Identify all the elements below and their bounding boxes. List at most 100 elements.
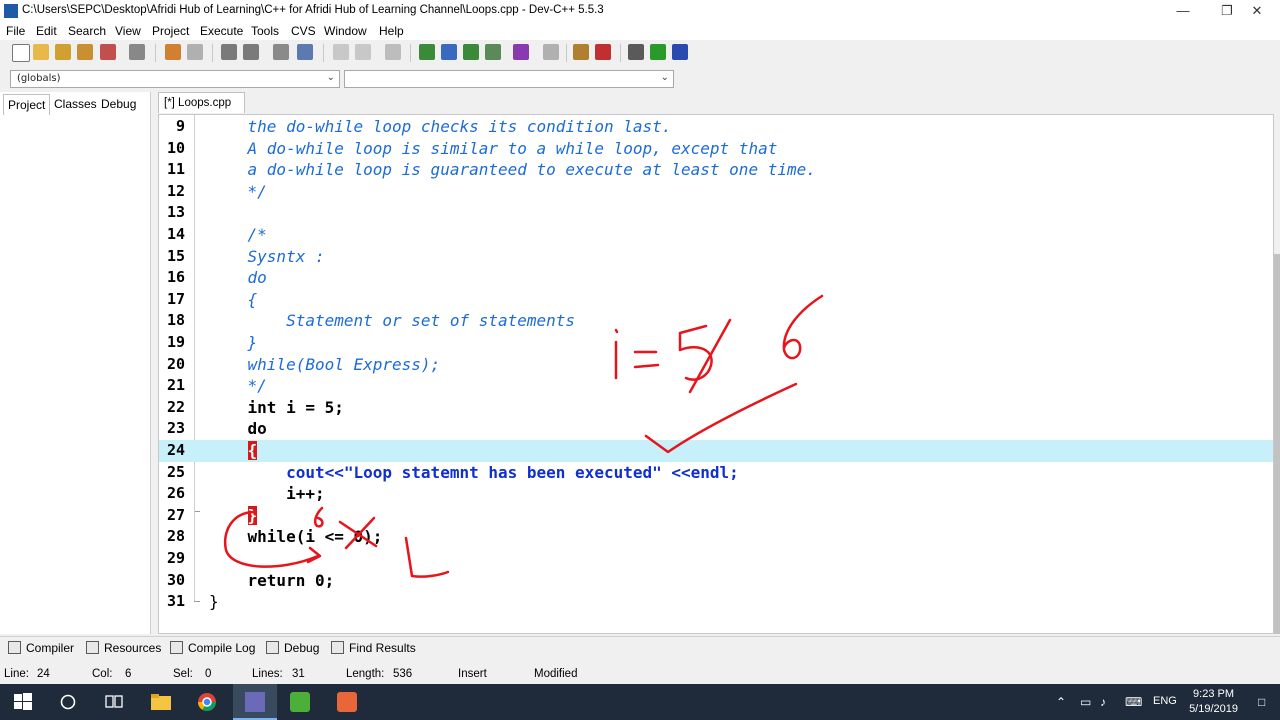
tab-compile-log[interactable]: Compile Log [170,641,255,655]
code-text: i++; [209,484,325,504]
resources-icon [86,641,99,654]
menu-file[interactable]: File [6,24,25,38]
clock-time: 9:23 PM [1193,688,1235,700]
tab-find-results[interactable]: Find Results [331,641,416,655]
profile-icon[interactable] [573,44,589,60]
camtasia-icon[interactable] [290,692,310,712]
clock[interactable]: 9:23 PM 5/19/2019 [1189,687,1238,717]
status-col-value: 6 [125,668,132,680]
tab-debug[interactable]: Debug [97,94,140,114]
close-file-icon[interactable] [100,44,116,60]
network-icon[interactable]: ▭ [1080,695,1091,709]
bookmark-forward-icon[interactable] [355,44,371,60]
save-icon[interactable] [55,44,71,60]
tab-classes[interactable]: Classes [50,94,101,114]
stop-execution-icon[interactable] [543,44,559,60]
volume-icon[interactable]: ♪ [1100,695,1106,709]
menu-view[interactable]: View [115,24,141,38]
code-line-12: 12 */ [166,181,267,201]
code-line-14: 14 /* [166,225,267,244]
notifications-icon[interactable]: □ [1258,695,1265,709]
code-text: do [209,268,267,288]
tab-compiler[interactable]: Compiler [8,641,74,655]
new-project-icon[interactable] [628,44,644,60]
chrome-icon[interactable] [197,692,217,712]
windows-taskbar: ⌃ ▭ ♪ ⌨ ENG 9:23 PM 5/19/2019 □ [0,684,1280,720]
code-text: do [209,419,267,439]
search-icon[interactable] [59,692,79,712]
code-line-9: 9 the do-while loop checks its condition… [175,117,672,136]
rebuild-icon[interactable] [485,44,501,60]
goto-line-icon[interactable] [297,44,313,60]
scope-select-value: (globals) [17,73,61,84]
code-editor[interactable]: − 9 the do-while loop checks its conditi… [158,114,1274,634]
bookmark-back-icon[interactable] [333,44,349,60]
find-icon[interactable] [221,44,237,60]
devcpp-app-icon[interactable] [4,4,18,18]
task-view-icon[interactable] [104,692,124,712]
about-icon[interactable] [672,44,688,60]
undo-icon[interactable] [165,44,181,60]
devcpp-taskbar-icon [245,692,265,712]
print-icon[interactable] [129,44,145,60]
tab-resources[interactable]: Resources [86,641,161,655]
recorder-icon[interactable] [337,692,357,712]
keyboard-icon[interactable]: ⌨ [1125,695,1142,709]
class-browser-bar: (globals) ⌄ ⌄ [0,66,1280,92]
check-syntax-icon[interactable] [513,44,529,60]
code-text: while(i <= 0); [209,527,383,547]
status-lines-value: 31 [292,668,305,680]
code-text: */ [209,376,267,396]
close-button[interactable]: ✕ [1234,0,1280,22]
code-text: { [209,440,258,462]
code-line-21: 21 */ [166,376,267,396]
menu-project[interactable]: Project [152,24,189,38]
minimize-button[interactable]: — [1160,0,1206,22]
code-text: } [209,333,258,352]
stop-icon[interactable] [385,44,401,60]
run-icon[interactable] [441,44,457,60]
scrollbar-thumb[interactable] [1274,254,1280,634]
code-line-24-active: 24 { [159,440,1273,462]
debug-icon[interactable] [595,44,611,60]
scope-select[interactable]: (globals) ⌄ [10,70,340,88]
open-file-icon[interactable] [33,44,49,60]
code-line-10: 10 A do-while loop is similar to a while… [166,138,778,158]
code-line-23: 23 do [166,419,267,439]
input-language[interactable]: ENG [1153,695,1177,707]
devcpp-taskbar-active[interactable] [233,684,277,720]
menu-tools[interactable]: Tools [251,24,279,38]
compile-icon[interactable] [419,44,435,60]
redo-icon[interactable] [187,44,203,60]
menu-execute[interactable]: Execute [200,24,243,38]
vertical-scrollbar[interactable] [1274,114,1280,634]
tab-debug-output[interactable]: Debug [266,641,319,655]
indent-icon[interactable] [273,44,289,60]
show-hidden-icons-icon[interactable]: ⌃ [1056,695,1066,709]
menu-help[interactable]: Help [379,24,404,38]
code-line-26: 26 i++; [166,484,325,504]
add-to-project-icon[interactable] [650,44,666,60]
code-text: { [209,289,258,309]
replace-icon[interactable] [243,44,259,60]
save-all-icon[interactable] [77,44,93,60]
tab-project[interactable]: Project [3,94,51,115]
menu-edit[interactable]: Edit [36,24,57,38]
menu-cvs[interactable]: CVS [291,24,316,38]
code-text: */ [209,181,267,201]
windows-start-icon[interactable] [13,692,33,712]
toolbar [0,40,1280,66]
code-line-20: 20 while(Bool Express); [166,354,441,374]
code-line-19: 19 } [166,333,258,352]
title-bar: C:\Users\SEPC\Desktop\Afridi Hub of Lear… [0,0,1280,22]
compile-run-icon[interactable] [463,44,479,60]
code-line-27: 27 } [166,505,258,525]
code-line-22: 22 int i = 5; [166,397,344,417]
menu-search[interactable]: Search [68,24,106,38]
member-select[interactable]: ⌄ [344,70,674,88]
code-text: /* [209,225,267,244]
new-file-icon[interactable] [12,44,30,62]
file-explorer-icon[interactable] [150,692,171,712]
menu-window[interactable]: Window [324,24,367,38]
editor-tab-loops-cpp[interactable]: [*] Loops.cpp [158,92,245,113]
